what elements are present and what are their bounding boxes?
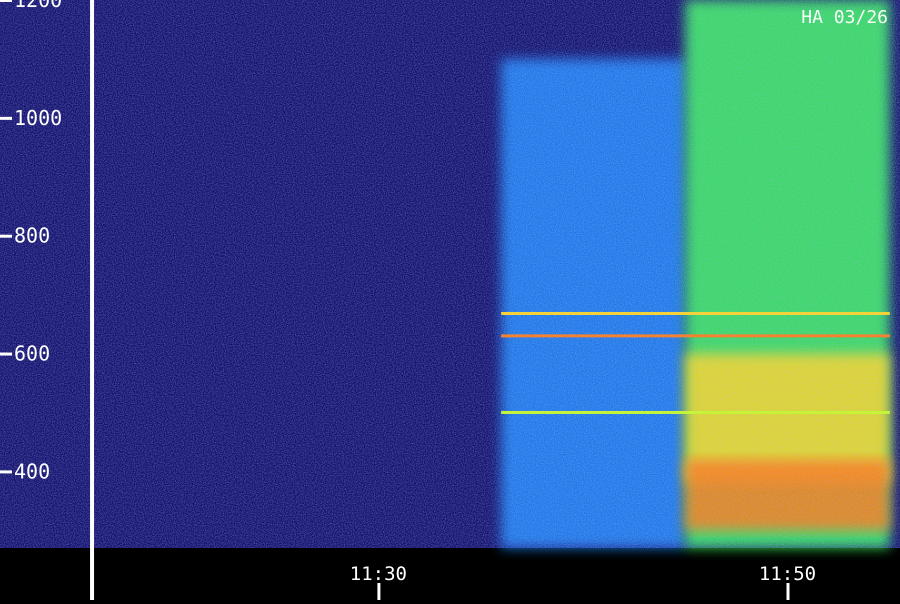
x-tick-label-2: 11:50	[759, 563, 816, 585]
y-tick-600	[0, 352, 12, 356]
spectrogram-panel: 4006008001000120011:1011:3011:50 HA 03/2…	[0, 0, 900, 600]
x-tick-label-1: 11:30	[350, 563, 407, 585]
noise-texture	[0, 0, 900, 548]
y-tick-1200	[0, 0, 12, 2]
y-tick-400	[0, 470, 12, 474]
station-stamp: HA 03/26	[801, 7, 888, 28]
y-tick-label-600: 600	[14, 342, 50, 366]
y-tick-label-1200: 1200	[14, 0, 62, 12]
data-gap-marker	[90, 0, 95, 600]
y-tick-label-800: 800	[14, 224, 50, 248]
noise-overlay	[0, 0, 900, 548]
y-tick-800	[0, 234, 12, 238]
y-tick-1000	[0, 116, 12, 120]
y-tick-label-400: 400	[14, 459, 50, 483]
x-tick-1	[377, 583, 381, 600]
y-tick-label-1000: 1000	[14, 106, 62, 130]
x-tick-2	[786, 583, 790, 600]
spectrogram-chart: 4006008001000120011:1011:3011:50 HA 03/2…	[0, 0, 900, 600]
